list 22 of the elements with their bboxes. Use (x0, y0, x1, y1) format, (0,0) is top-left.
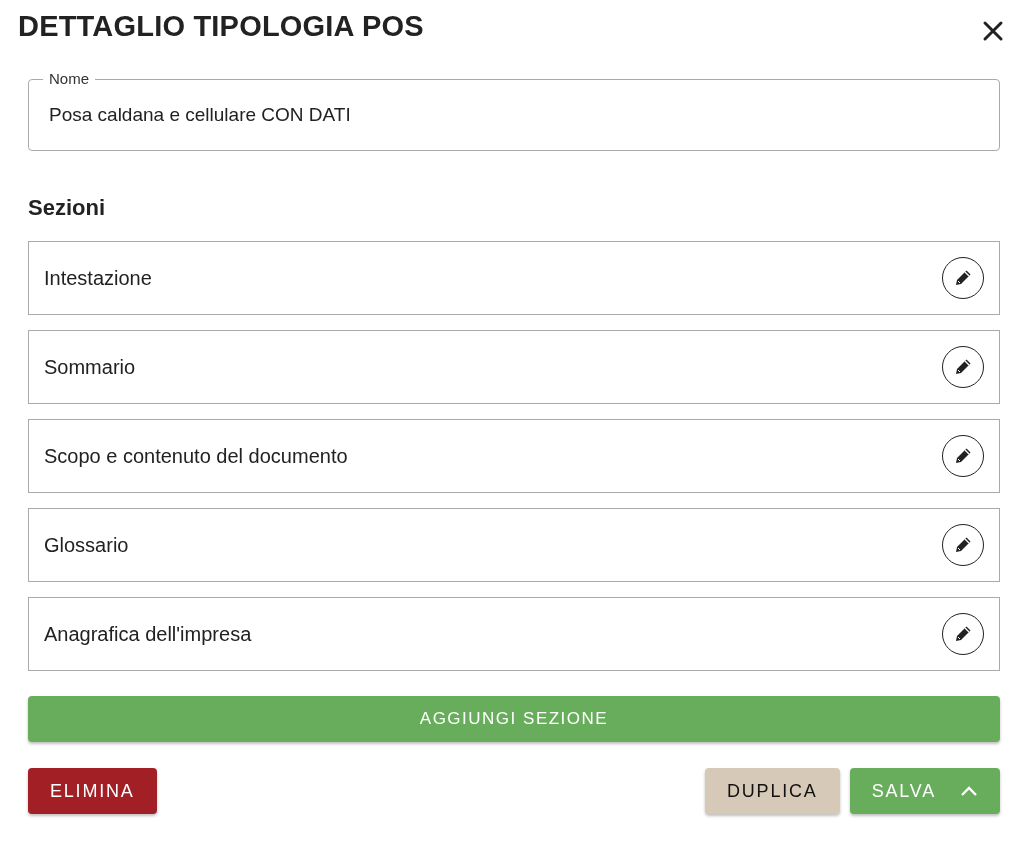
section-name: Anagrafica dell'impresa (44, 622, 252, 646)
edit-button[interactable] (942, 257, 984, 299)
edit-button[interactable] (942, 435, 984, 477)
section-name: Intestazione (44, 266, 152, 290)
dialog-title: DETTAGLIO TIPOLOGIA POS (18, 9, 424, 43)
caret-icon (960, 785, 978, 797)
edit-button[interactable] (942, 613, 984, 655)
edit-button[interactable] (942, 346, 984, 388)
close-button[interactable] (982, 20, 1004, 42)
section-name: Scopo e contenuto del documento (44, 444, 348, 468)
pencil-icon (953, 268, 973, 288)
pencil-icon (953, 535, 973, 555)
pencil-icon (953, 357, 973, 377)
section-name: Sommario (44, 355, 136, 379)
duplicate-button[interactable]: DUPLICA (705, 768, 840, 814)
field-value: Posa caldana e cellulare CON DATI (49, 104, 351, 126)
pencil-icon (953, 446, 973, 466)
pencil-icon (953, 624, 973, 644)
section-heading: Sezioni (28, 195, 106, 221)
edit-button[interactable] (942, 524, 984, 566)
section-name: Glossario (44, 533, 129, 557)
delete-button[interactable]: ELIMINA (28, 768, 157, 814)
